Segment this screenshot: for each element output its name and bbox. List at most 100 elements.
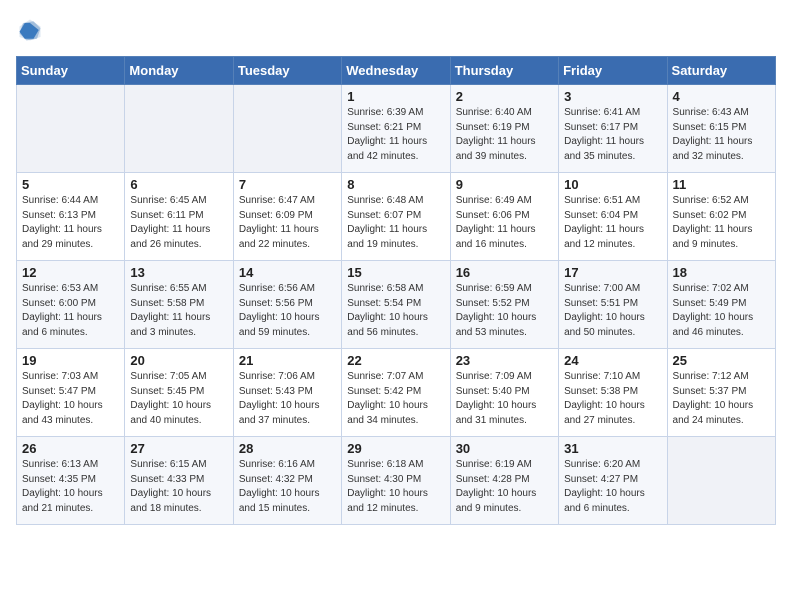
logo <box>16 16 48 44</box>
day-number: 20 <box>130 353 227 368</box>
day-number: 19 <box>22 353 119 368</box>
day-info: Sunrise: 6:51 AM Sunset: 6:04 PM Dayligh… <box>564 194 661 252</box>
calendar-cell: 1Sunrise: 6:39 AM Sunset: 6:21 PM Daylig… <box>342 85 450 173</box>
calendar-cell: 13Sunrise: 6:55 AM Sunset: 5:58 PM Dayli… <box>125 261 233 349</box>
day-info: Sunrise: 6:13 AM Sunset: 4:35 PM Dayligh… <box>22 458 119 516</box>
day-info: Sunrise: 6:16 AM Sunset: 4:32 PM Dayligh… <box>239 458 336 516</box>
day-number: 22 <box>347 353 444 368</box>
day-info: Sunrise: 6:59 AM Sunset: 5:52 PM Dayligh… <box>456 282 553 340</box>
calendar-cell <box>125 85 233 173</box>
calendar-cell: 9 Sunrise: 6:49 AM Sunset: 6:06 PM Daylig… <box>450 173 558 261</box>
weekday-header-saturday: Saturday <box>667 57 775 85</box>
day-info: Sunrise: 7:07 AM Sunset: 5:42 PM Dayligh… <box>347 370 444 428</box>
calendar-cell: 25 Sunrise: 7:12 AM Sunset: 5:37 PM Dayli… <box>667 349 775 437</box>
day-info: Sunrise: 6:48 AM Sunset: 6:07 PM Dayligh… <box>347 194 444 252</box>
day-info: Sunrise: 6:52 AM Sunset: 6:02 PM Dayligh… <box>673 194 770 252</box>
day-number: 31 <box>564 441 661 456</box>
day-info: Sunrise: 6:44 AM Sunset: 6:13 PM Dayligh… <box>22 194 119 252</box>
day-info: Sunrise: 6:55 AM Sunset: 5:58 PM Dayligh… <box>130 282 227 340</box>
day-number: 18 <box>673 265 770 280</box>
calendar-cell: 19 Sunrise: 7:03 AM Sunset: 5:47 PM Dayli… <box>17 349 125 437</box>
calendar-cell: 5 Sunrise: 6:44 AM Sunset: 6:13 PM Daylig… <box>17 173 125 261</box>
day-info: Sunrise: 6:19 AM Sunset: 4:28 PM Dayligh… <box>456 458 553 516</box>
calendar-cell: 17 Sunrise: 7:00 AM Sunset: 5:51 PM Dayli… <box>559 261 667 349</box>
day-info: Sunrise: 6:41 AM Sunset: 6:17 PM Dayligh… <box>564 106 661 164</box>
day-number: 9 <box>456 177 553 192</box>
day-number: 3 <box>564 89 661 104</box>
calendar-cell <box>667 437 775 525</box>
calendar-cell: 4 Sunrise: 6:43 AM Sunset: 6:15 PM Daylig… <box>667 85 775 173</box>
calendar-cell: 26 Sunrise: 6:13 AM Sunset: 4:35 PM Dayli… <box>17 437 125 525</box>
day-info: Sunrise: 7:00 AM Sunset: 5:51 PM Dayligh… <box>564 282 661 340</box>
day-number: 23 <box>456 353 553 368</box>
day-number: 15 <box>347 265 444 280</box>
calendar-cell <box>233 85 341 173</box>
calendar-cell: 7 Sunrise: 6:47 AM Sunset: 6:09 PM Daylig… <box>233 173 341 261</box>
day-info: Sunrise: 6:43 AM Sunset: 6:15 PM Dayligh… <box>673 106 770 164</box>
day-info: Sunrise: 6:39 AM Sunset: 6:21 PM Dayligh… <box>347 106 444 164</box>
day-number: 14 <box>239 265 336 280</box>
day-info: Sunrise: 6:49 AM Sunset: 6:06 PM Dayligh… <box>456 194 553 252</box>
day-info: Sunrise: 7:05 AM Sunset: 5:45 PM Dayligh… <box>130 370 227 428</box>
calendar-cell: 14 Sunrise: 6:56 AM Sunset: 5:56 PM Dayli… <box>233 261 341 349</box>
day-number: 17 <box>564 265 661 280</box>
calendar-table: SundayMondayTuesdayWednesdayThursdayFrid… <box>16 56 776 525</box>
day-number: 21 <box>239 353 336 368</box>
day-info: Sunrise: 6:53 AM Sunset: 6:00 PM Dayligh… <box>22 282 119 340</box>
calendar-cell: 11 Sunrise: 6:52 AM Sunset: 6:02 PM Dayli… <box>667 173 775 261</box>
day-info: Sunrise: 6:47 AM Sunset: 6:09 PM Dayligh… <box>239 194 336 252</box>
day-number: 10 <box>564 177 661 192</box>
day-number: 6 <box>130 177 227 192</box>
weekday-header-friday: Friday <box>559 57 667 85</box>
calendar-cell: 28 Sunrise: 6:16 AM Sunset: 4:32 PM Dayli… <box>233 437 341 525</box>
calendar-cell: 8Sunrise: 6:48 AM Sunset: 6:07 PM Daylig… <box>342 173 450 261</box>
day-number: 26 <box>22 441 119 456</box>
calendar-cell: 21Sunrise: 7:06 AM Sunset: 5:43 PM Dayli… <box>233 349 341 437</box>
weekday-header-tuesday: Tuesday <box>233 57 341 85</box>
calendar-cell: 18 Sunrise: 7:02 AM Sunset: 5:49 PM Dayli… <box>667 261 775 349</box>
calendar-cell: 3 Sunrise: 6:41 AM Sunset: 6:17 PM Daylig… <box>559 85 667 173</box>
day-info: Sunrise: 6:18 AM Sunset: 4:30 PM Dayligh… <box>347 458 444 516</box>
calendar-cell: 10 Sunrise: 6:51 AM Sunset: 6:04 PM Dayli… <box>559 173 667 261</box>
day-info: Sunrise: 6:56 AM Sunset: 5:56 PM Dayligh… <box>239 282 336 340</box>
weekday-header-sunday: Sunday <box>17 57 125 85</box>
calendar-cell: 23 Sunrise: 7:09 AM Sunset: 5:40 PM Dayli… <box>450 349 558 437</box>
calendar-cell <box>17 85 125 173</box>
calendar-week-row: 1Sunrise: 6:39 AM Sunset: 6:21 PM Daylig… <box>17 85 776 173</box>
day-number: 4 <box>673 89 770 104</box>
day-info: Sunrise: 7:02 AM Sunset: 5:49 PM Dayligh… <box>673 282 770 340</box>
day-number: 27 <box>130 441 227 456</box>
calendar-cell: 27 Sunrise: 6:15 AM Sunset: 4:33 PM Dayli… <box>125 437 233 525</box>
calendar-week-row: 19 Sunrise: 7:03 AM Sunset: 5:47 PM Dayli… <box>17 349 776 437</box>
weekday-header-wednesday: Wednesday <box>342 57 450 85</box>
calendar-cell: 16Sunrise: 6:59 AM Sunset: 5:52 PM Dayli… <box>450 261 558 349</box>
day-info: Sunrise: 7:12 AM Sunset: 5:37 PM Dayligh… <box>673 370 770 428</box>
day-info: Sunrise: 6:45 AM Sunset: 6:11 PM Dayligh… <box>130 194 227 252</box>
calendar-cell: 31 Sunrise: 6:20 AM Sunset: 4:27 PM Dayli… <box>559 437 667 525</box>
day-number: 28 <box>239 441 336 456</box>
day-number: 7 <box>239 177 336 192</box>
calendar-cell: 2Sunrise: 6:40 AM Sunset: 6:19 PM Daylig… <box>450 85 558 173</box>
calendar-cell: 6 Sunrise: 6:45 AM Sunset: 6:11 PM Daylig… <box>125 173 233 261</box>
day-info: Sunrise: 7:10 AM Sunset: 5:38 PM Dayligh… <box>564 370 661 428</box>
weekday-header-row: SundayMondayTuesdayWednesdayThursdayFrid… <box>17 57 776 85</box>
weekday-header-monday: Monday <box>125 57 233 85</box>
day-number: 25 <box>673 353 770 368</box>
day-info: Sunrise: 7:03 AM Sunset: 5:47 PM Dayligh… <box>22 370 119 428</box>
calendar-week-row: 26 Sunrise: 6:13 AM Sunset: 4:35 PM Dayli… <box>17 437 776 525</box>
page-header <box>16 16 776 44</box>
calendar-week-row: 12Sunrise: 6:53 AM Sunset: 6:00 PM Dayli… <box>17 261 776 349</box>
day-info: Sunrise: 7:09 AM Sunset: 5:40 PM Dayligh… <box>456 370 553 428</box>
day-number: 2 <box>456 89 553 104</box>
day-number: 11 <box>673 177 770 192</box>
calendar-cell: 22 Sunrise: 7:07 AM Sunset: 5:42 PM Dayli… <box>342 349 450 437</box>
day-number: 30 <box>456 441 553 456</box>
calendar-cell: 20 Sunrise: 7:05 AM Sunset: 5:45 PM Dayli… <box>125 349 233 437</box>
day-info: Sunrise: 6:20 AM Sunset: 4:27 PM Dayligh… <box>564 458 661 516</box>
day-number: 5 <box>22 177 119 192</box>
day-number: 29 <box>347 441 444 456</box>
day-info: Sunrise: 6:58 AM Sunset: 5:54 PM Dayligh… <box>347 282 444 340</box>
day-info: Sunrise: 6:15 AM Sunset: 4:33 PM Dayligh… <box>130 458 227 516</box>
calendar-cell: 15 Sunrise: 6:58 AM Sunset: 5:54 PM Dayli… <box>342 261 450 349</box>
calendar-cell: 12Sunrise: 6:53 AM Sunset: 6:00 PM Dayli… <box>17 261 125 349</box>
